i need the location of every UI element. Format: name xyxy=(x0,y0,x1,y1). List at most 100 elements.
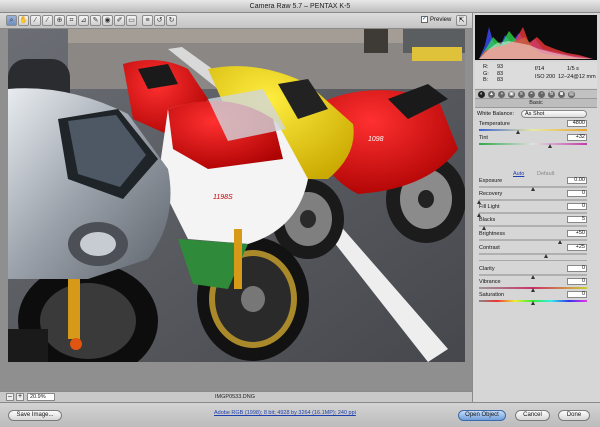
exposure-label: Exposure xyxy=(479,178,503,184)
crop-tool-icon[interactable]: ⌗ xyxy=(66,15,77,26)
white-balance-select[interactable]: As Shot xyxy=(521,110,587,118)
saturation-label: Saturation xyxy=(479,292,505,298)
exposure-value-field[interactable]: 0.00 xyxy=(567,177,587,184)
done-button[interactable]: Done xyxy=(558,410,590,421)
white-balance-label: White Balance: xyxy=(477,111,514,117)
panel-tab-2-icon[interactable]: ◑ xyxy=(498,90,505,98)
tint-slider-track[interactable] xyxy=(479,143,587,145)
targeted-adjustment-tool-icon[interactable]: ⊕ xyxy=(54,15,65,26)
temperature-value-field[interactable]: 4800 xyxy=(567,120,587,127)
preferences-icon[interactable]: ≡ xyxy=(142,15,153,26)
panel-tab-4-icon[interactable]: ≡ xyxy=(518,90,525,98)
svg-text:1098: 1098 xyxy=(368,136,384,143)
zoom-in-button[interactable]: + xyxy=(16,393,24,401)
blacks-slider-thumb[interactable] xyxy=(481,226,486,230)
workflow-options-link[interactable]: Adobe RGB (1998); 8 bit; 4928 by 3264 (1… xyxy=(214,410,356,416)
r-label: R: xyxy=(483,64,489,70)
temperature-slider-track[interactable] xyxy=(479,129,587,131)
panel-tab-8-icon[interactable]: ◙ xyxy=(558,90,565,98)
motorcycles-photo: 1098 1198S xyxy=(8,29,465,362)
vibrance-label: Vibrance xyxy=(479,279,501,285)
tool-strip: ⌕ ✋ ⁄ ⁄ ⊕ ⌗ ⊿ ✎ ◉ ✐ ▭ ≡ ↺ ↻ xyxy=(6,15,177,26)
red-eye-tool-icon[interactable]: ◉ xyxy=(102,15,113,26)
panel-tabs: ◐ ▲ ◑ ▣ ≡ ◓ ◔ fx ◙ ▤ xyxy=(475,89,597,99)
blacks-label: Blacks xyxy=(479,217,496,223)
rotate-cw-icon[interactable]: ↻ xyxy=(166,15,177,26)
rotate-ccw-icon[interactable]: ↺ xyxy=(154,15,165,26)
fullscreen-icon[interactable]: ⇱ xyxy=(456,15,467,26)
exposure-slider-thumb[interactable] xyxy=(530,187,535,191)
temperature-slider-thumb[interactable] xyxy=(516,130,521,134)
saturation-value-field[interactable]: 0 xyxy=(567,291,587,298)
color-sampler-tool-icon[interactable]: ⁄ xyxy=(42,15,53,26)
filename-label: IMGP0533.DNG xyxy=(214,394,256,400)
zoom-level-select[interactable]: 20.9% xyxy=(27,393,55,401)
readout-panel: R: G: B: 93 83 83 f/14 1/5 s ISO 200 12–… xyxy=(475,62,597,88)
iso-value: ISO 200 xyxy=(535,74,556,80)
preview-label: Preview xyxy=(430,16,452,23)
svg-text:1198S: 1198S xyxy=(213,194,233,201)
blacks-slider-track[interactable] xyxy=(479,225,587,227)
blacks-value-field[interactable]: 5 xyxy=(567,216,587,223)
panel-tab-5-icon[interactable]: ◓ xyxy=(528,90,535,98)
contrast-slider-track[interactable] xyxy=(479,253,587,255)
graduated-filter-icon[interactable]: ▭ xyxy=(126,15,137,26)
preview-checkbox[interactable]: ✓ xyxy=(421,16,428,23)
fill-light-value-field[interactable]: 0 xyxy=(567,203,587,210)
open-object-button[interactable]: Open Object xyxy=(458,410,506,421)
panel-tab-0-icon[interactable]: ◐ xyxy=(478,90,485,98)
lens-value: 12–24@12 mm xyxy=(558,74,596,80)
r-value: 93 xyxy=(497,64,504,70)
contrast-label: Contrast xyxy=(479,245,500,251)
tint-slider-thumb[interactable] xyxy=(547,144,552,148)
shutter-value: 1/5 s xyxy=(567,66,579,72)
cancel-button[interactable]: Cancel xyxy=(515,410,550,421)
brightness-label: Brightness xyxy=(479,231,505,237)
window-title: Camera Raw 5.7 – PENTAX K-5 xyxy=(0,0,600,13)
zoom-tool-icon[interactable]: ⌕ xyxy=(6,15,17,26)
panel-tab-6-icon[interactable]: ◔ xyxy=(538,90,545,98)
divider xyxy=(479,260,587,261)
b-value: 83 xyxy=(497,77,504,83)
vibrance-value-field[interactable]: 0 xyxy=(567,278,587,285)
spot-removal-tool-icon[interactable]: ✎ xyxy=(90,15,101,26)
tint-value-field[interactable]: +32 xyxy=(567,134,587,141)
zoom-out-button[interactable]: – xyxy=(6,393,14,401)
tint-label: Tint xyxy=(479,135,488,141)
save-image-button[interactable]: Save Image... xyxy=(8,410,62,421)
preview-toggle[interactable]: ✓ Preview xyxy=(421,16,451,23)
recovery-label: Recovery xyxy=(479,191,503,197)
panel-tab-1-icon[interactable]: ▲ xyxy=(488,90,495,98)
auto-link[interactable]: Auto xyxy=(513,171,524,177)
adjustments-panel: R: G: B: 93 83 83 f/14 1/5 s ISO 200 12–… xyxy=(472,13,600,402)
histogram-graph xyxy=(479,27,593,59)
saturation-slider-thumb[interactable] xyxy=(530,301,535,305)
fill-light-slider-track[interactable] xyxy=(479,212,587,214)
panel-tab-9-icon[interactable]: ▤ xyxy=(568,90,575,98)
vibrance-slider-thumb[interactable] xyxy=(530,288,535,292)
status-bar: – + 20.9% IMGP0533.DNG xyxy=(0,391,472,402)
b-label: B: xyxy=(483,77,489,83)
brightness-value-field[interactable]: +50 xyxy=(567,230,587,237)
clarity-slider-thumb[interactable] xyxy=(530,275,535,279)
adjustment-brush-icon[interactable]: ✐ xyxy=(114,15,125,26)
temperature-label: Temperature xyxy=(479,121,510,127)
straighten-tool-icon[interactable]: ⊿ xyxy=(78,15,89,26)
histogram xyxy=(475,15,597,60)
clarity-label: Clarity xyxy=(479,266,495,272)
photo-preview[interactable]: 1098 1198S xyxy=(8,29,465,362)
hand-tool-icon[interactable]: ✋ xyxy=(18,15,29,26)
contrast-slider-thumb[interactable] xyxy=(544,254,548,258)
brightness-slider-track[interactable] xyxy=(479,239,587,241)
panel-tab-3-icon[interactable]: ▣ xyxy=(508,90,515,98)
default-link[interactable]: Default xyxy=(537,171,554,177)
recovery-value-field[interactable]: 0 xyxy=(567,190,587,197)
aperture-value: f/14 xyxy=(535,66,545,72)
contrast-value-field[interactable]: +25 xyxy=(567,244,587,251)
panel-tab-7-icon[interactable]: fx xyxy=(548,90,555,98)
panel-section-title: Basic xyxy=(475,99,597,108)
brightness-slider-thumb[interactable] xyxy=(557,240,562,244)
clarity-value-field[interactable]: 0 xyxy=(567,265,587,272)
white-balance-tool-icon[interactable]: ⁄ xyxy=(30,15,41,26)
recovery-slider-track[interactable] xyxy=(479,199,587,201)
